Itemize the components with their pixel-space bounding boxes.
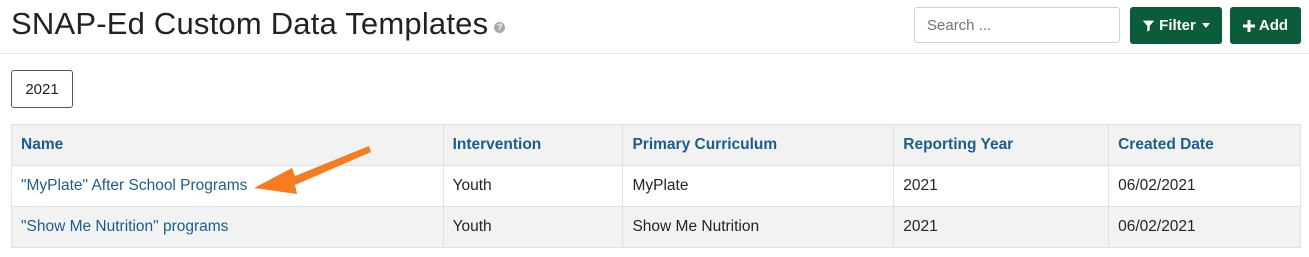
add-button-label: Add xyxy=(1258,17,1289,34)
column-header-intervention[interactable]: Intervention xyxy=(442,124,624,166)
column-header-created-date[interactable]: Created Date xyxy=(1108,124,1301,166)
template-name-link[interactable]: "MyPlate" After School Programs xyxy=(21,177,247,194)
funnel-icon xyxy=(1142,20,1155,32)
page-title-text: SNAP-Ed Custom Data Templates xyxy=(11,6,489,41)
caret-down-icon xyxy=(1201,23,1210,28)
search-input[interactable] xyxy=(914,7,1120,43)
plus-icon xyxy=(1242,19,1255,32)
column-header-reporting-year[interactable]: Reporting Year xyxy=(893,124,1110,166)
created-date-cell: 06/02/2021 xyxy=(1108,165,1301,207)
intervention-cell: Youth xyxy=(442,206,624,248)
page-title: SNAP-Ed Custom Data Templates? xyxy=(11,6,506,42)
curriculum-cell: Show Me Nutrition xyxy=(622,206,895,248)
filter-button-label: Filter xyxy=(1159,17,1196,34)
name-cell: "MyPlate" After School Programs xyxy=(11,165,444,207)
page-header: SNAP-Ed Custom Data Templates? Filter Ad… xyxy=(0,0,1309,54)
question-circle-icon[interactable]: ? xyxy=(494,22,506,34)
add-button[interactable]: Add xyxy=(1230,7,1301,44)
intervention-cell: Youth xyxy=(442,165,624,207)
filter-button[interactable]: Filter xyxy=(1130,7,1222,44)
curriculum-cell: MyPlate xyxy=(622,165,895,207)
column-header-primary-curriculum[interactable]: Primary Curriculum xyxy=(622,124,895,166)
table-header-row: Name Intervention Primary Curriculum Rep… xyxy=(11,124,1301,166)
table-row: "Show Me Nutrition" programs Youth Show … xyxy=(11,206,1301,248)
reporting-year-cell: 2021 xyxy=(893,206,1110,248)
created-date-cell: 06/02/2021 xyxy=(1108,206,1301,248)
template-name-link[interactable]: "Show Me Nutrition" programs xyxy=(21,218,228,235)
templates-table: Name Intervention Primary Curriculum Rep… xyxy=(11,124,1301,248)
table-row: "MyPlate" After School Programs Youth My… xyxy=(11,165,1301,207)
column-header-name[interactable]: Name xyxy=(11,124,444,166)
name-cell: "Show Me Nutrition" programs xyxy=(11,206,444,248)
year-filter-button[interactable]: 2021 xyxy=(11,70,73,108)
reporting-year-cell: 2021 xyxy=(893,165,1110,207)
